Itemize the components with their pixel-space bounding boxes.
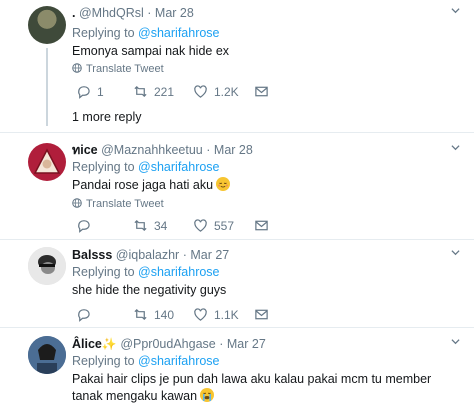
tweet-text: Pakai hair clips je pun dah lawa aku kal… — [72, 371, 444, 405]
separator-dot: · — [147, 6, 152, 20]
timestamp[interactable]: Mar 27 — [190, 248, 229, 262]
retweet-count: 140 — [154, 308, 175, 322]
mention-link[interactable]: @sharifahrose — [138, 160, 219, 174]
reply-prefix: Replying to — [72, 160, 135, 174]
like-count: 1.2K — [214, 85, 239, 99]
timestamp[interactable]: Mar 28 — [214, 143, 253, 157]
separator-dot: · — [206, 143, 211, 157]
retweet-button[interactable]: 221 — [133, 83, 174, 101]
dm-button[interactable] — [254, 306, 275, 324]
separator-dot: · — [219, 337, 224, 351]
sparkles-icon: ✨ — [101, 337, 117, 351]
tweet-header: . @MhdQRsl · Mar 28 — [72, 5, 194, 21]
reply-context: Replying to @sharifahrose — [72, 25, 220, 41]
handle[interactable]: @MhdQRsl — [79, 6, 144, 20]
tweet-1[interactable]: . @MhdQRsl · Mar 28 Replying to @sharifa… — [0, 0, 474, 133]
like-button[interactable]: 557 — [193, 217, 234, 235]
loudly-crying-face-icon — [200, 388, 215, 402]
retweet-icon — [134, 308, 147, 321]
tweet-header: Balsss @iqbalazhr · Mar 27 — [72, 247, 229, 263]
reply-prefix: Replying to — [72, 265, 135, 279]
display-name[interactable]: ทice — [72, 143, 98, 157]
tweet-4[interactable]: Âlice✨ @Ppr0udAhgase · Mar 27 Replying t… — [0, 328, 474, 412]
translate-link[interactable]: Translate Tweet — [72, 62, 164, 76]
timestamp[interactable]: Mar 28 — [155, 6, 194, 20]
like-count: 1.1K — [214, 308, 239, 322]
chevron-down-icon[interactable] — [451, 248, 460, 257]
reply-context: Replying to @sharifahrose — [72, 159, 220, 175]
avatar[interactable] — [28, 247, 66, 285]
chevron-down-icon[interactable] — [451, 337, 460, 346]
handle[interactable]: @Maznahhkeetuu — [101, 143, 203, 157]
translate-label: Translate Tweet — [86, 63, 164, 75]
tweet-text: she hide the negativity guys — [72, 283, 227, 297]
display-name[interactable]: Âlice — [72, 337, 102, 351]
avatar-art — [28, 247, 66, 285]
avatar-art — [28, 336, 66, 374]
more-replies-link[interactable]: 1 more reply — [72, 109, 141, 125]
chevron-down-icon[interactable] — [451, 143, 460, 152]
like-icon — [194, 219, 207, 232]
dm-button[interactable] — [254, 83, 275, 101]
reply-prefix: Replying to — [72, 26, 135, 40]
mention-link[interactable]: @sharifahrose — [138, 265, 219, 279]
reply-prefix: Replying to — [72, 354, 135, 368]
tweet-3[interactable]: Balsss @iqbalazhr · Mar 27 Replying to @… — [0, 240, 474, 328]
reply-icon — [78, 309, 90, 322]
like-icon — [194, 85, 207, 98]
translate-link[interactable]: Translate Tweet — [72, 197, 164, 211]
tweet-text: Emonya sampai nak hide ex — [72, 44, 230, 58]
globe-icon — [72, 198, 82, 208]
tweet-text: Pandai rose jaga hati aku — [72, 177, 444, 194]
retweet-icon — [134, 219, 147, 232]
reply-context: Replying to @sharifahrose — [72, 264, 220, 280]
reply-count: 1 — [97, 85, 104, 99]
translate-label: Translate Tweet — [86, 198, 164, 210]
handle[interactable]: @Ppr0udAhgase — [120, 337, 215, 351]
chevron-down-icon[interactable] — [451, 6, 460, 15]
avatar-art — [33, 148, 61, 174]
reply-button[interactable]: 1 — [76, 83, 104, 101]
separator-dot: · — [182, 248, 187, 262]
mention-link[interactable]: @sharifahrose — [138, 26, 219, 40]
reply-context: Replying to @sharifahrose — [72, 353, 220, 369]
display-name[interactable]: Balsss — [72, 248, 112, 262]
globe-icon — [72, 63, 82, 73]
thread-line — [46, 48, 48, 126]
dm-icon — [255, 309, 268, 320]
tweet-header: ทice @Maznahhkeetuu · Mar 28 — [72, 142, 253, 158]
dm-icon — [255, 86, 268, 97]
avatar[interactable] — [28, 143, 66, 181]
mention-link[interactable]: @sharifahrose — [138, 354, 219, 368]
reply-button[interactable] — [76, 217, 97, 235]
avatar[interactable] — [28, 336, 66, 374]
tweet-text-content: Pandai rose jaga hati aku — [72, 178, 214, 192]
tweet-text-content: Pakai hair clips je pun dah lawa aku kal… — [72, 372, 432, 403]
display-name[interactable]: . — [72, 6, 75, 20]
handle[interactable]: @iqbalazhr — [116, 248, 179, 262]
retweet-count: 221 — [154, 85, 175, 99]
dm-icon — [255, 220, 268, 231]
retweet-icon — [134, 85, 147, 98]
dm-button[interactable] — [254, 217, 275, 235]
relieved-face-icon — [216, 177, 231, 191]
reply-icon — [78, 86, 90, 99]
reply-button[interactable] — [76, 306, 97, 324]
like-button[interactable]: 1.2K — [193, 83, 239, 101]
retweet-button[interactable]: 34 — [133, 217, 167, 235]
tweet-2[interactable]: ทice @Maznahhkeetuu · Mar 28 Replying to… — [0, 133, 474, 240]
like-button[interactable]: 1.1K — [193, 306, 239, 324]
retweet-count: 34 — [154, 219, 168, 233]
avatar[interactable] — [28, 6, 66, 44]
like-count: 557 — [214, 219, 235, 233]
reply-icon — [78, 220, 90, 233]
like-icon — [194, 308, 207, 321]
retweet-button[interactable]: 140 — [133, 306, 174, 324]
timestamp[interactable]: Mar 27 — [227, 337, 266, 351]
tweet-header: Âlice✨ @Ppr0udAhgase · Mar 27 — [72, 336, 266, 352]
